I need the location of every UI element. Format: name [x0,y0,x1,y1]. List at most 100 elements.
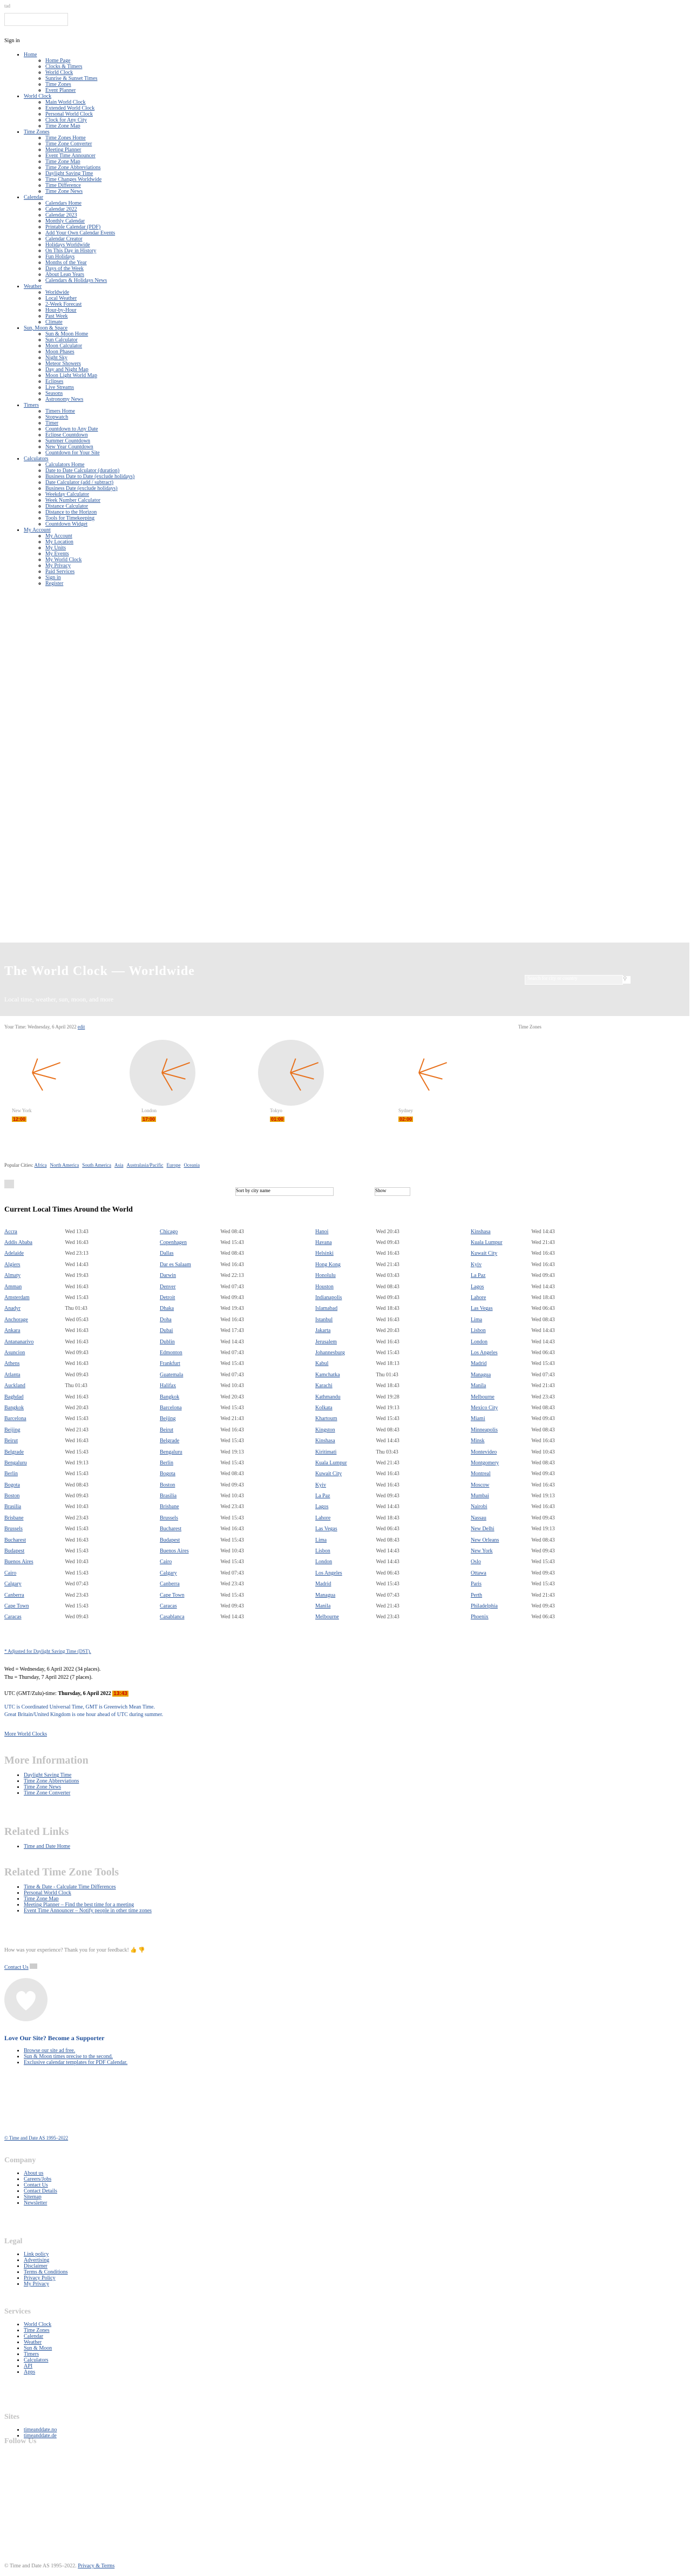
city-link[interactable]: Lima [315,1535,376,1545]
city-link[interactable]: Dubai [160,1326,220,1336]
city-link[interactable]: London [315,1557,376,1568]
footer-link[interactable]: Apps [24,2369,35,2375]
city-link[interactable]: Cairo [160,1557,220,1568]
more-info-item-link[interactable]: Time Zone Converter [24,1790,70,1796]
city-link[interactable]: Bangkok [4,1402,65,1413]
nav-item-link[interactable]: Calendars Home [45,200,82,206]
contact-us-link[interactable]: Contact Us [4,1965,29,1970]
city-link[interactable]: Jerusalem [315,1336,376,1347]
nav-item-link[interactable]: Stopwatch [45,414,68,420]
city-link[interactable]: Bangkok [160,1391,220,1402]
nav-section-link[interactable]: Home [24,52,37,58]
footer-link[interactable]: timeanddate.no [24,2427,57,2433]
city-link[interactable]: Atlanta [4,1369,65,1380]
nav-item-link[interactable]: Sun Calculator [45,337,78,343]
nav-item-link[interactable]: Hour-by-Hour [45,307,77,313]
city-link[interactable]: Bogota [160,1469,220,1479]
city-link[interactable]: Ottawa [471,1568,531,1578]
city-link[interactable]: Amman [4,1281,65,1292]
nav-item-link[interactable]: Astronomy News [45,396,83,402]
city-link[interactable]: Accra [4,1226,65,1237]
city-link[interactable]: Perth [471,1590,531,1600]
city-link[interactable]: Chicago [160,1226,220,1237]
city-link[interactable]: Canberra [4,1590,65,1600]
more-info-item-link[interactable]: Time Zone News [24,1784,61,1790]
city-link[interactable]: Brasilia [4,1502,65,1512]
nav-section-link[interactable]: Time Zones [24,129,50,135]
city-link[interactable]: Bengaluru [4,1457,65,1468]
city-link[interactable]: Berlin [4,1469,65,1479]
nav-item-link[interactable]: On This Day in History [45,248,96,254]
search-button[interactable]: ⚲ [623,976,631,984]
city-link[interactable]: Kathmandu [315,1391,376,1402]
city-link[interactable]: Antananarivo [4,1336,65,1347]
footer-link[interactable]: Link policy [24,2251,49,2257]
city-link[interactable]: Madrid [471,1358,531,1369]
city-link[interactable]: Bucharest [4,1535,65,1545]
edit-location-link[interactable]: edit [78,1024,85,1030]
nav-item-link[interactable]: Date to Date Calculator (duration) [45,468,119,474]
tool-item-link[interactable]: Personal World Clock [24,1890,71,1896]
city-link[interactable]: Kyiv [471,1259,531,1270]
nav-item-link[interactable]: Extended World Clock [45,105,94,111]
city-link[interactable]: Kuala Lumpur [315,1457,376,1468]
city-link[interactable]: Manila [471,1380,531,1391]
nav-item-link[interactable]: Timer [45,420,58,426]
city-link[interactable]: Bogota [4,1479,65,1490]
view-select[interactable]: Show [375,1187,410,1196]
nav-item-link[interactable]: Personal World Clock [45,111,93,117]
city-link[interactable]: New Orleans [471,1535,531,1545]
footer-link[interactable]: Newsletter [24,2200,47,2206]
city-link[interactable]: Almaty [4,1270,65,1281]
footer-link[interactable]: Advertising [24,2257,49,2263]
footer-link[interactable]: Contact Us [24,2182,48,2188]
city-link[interactable]: Islamabad [315,1303,376,1314]
city-link[interactable]: New Delhi [471,1524,531,1535]
nav-item-link[interactable]: Fun Holidays [45,254,74,260]
footer-link[interactable]: Calendar [24,2333,43,2339]
nav-section-link[interactable]: Calendar [24,194,43,200]
city-link[interactable]: Lagos [471,1281,531,1292]
city-link[interactable]: Manila [315,1600,376,1611]
city-link[interactable]: Helsinki [315,1248,376,1259]
tool-item-link[interactable]: Meeting Planner – Find the best time for… [24,1902,134,1908]
city-link[interactable]: Kolkata [315,1402,376,1413]
footer-link[interactable]: About us [24,2170,43,2176]
city-link[interactable]: Casablanca [160,1612,220,1623]
promo-item-link[interactable]: Exclusive calendar templates for PDF Cal… [24,2060,127,2066]
nav-section-link[interactable]: World Clock [24,93,51,99]
city-link[interactable]: Phoenix [471,1612,531,1623]
city-link[interactable]: Los Angeles [315,1568,376,1578]
tool-item-link[interactable]: Event Time Announcer – Notify people in … [24,1908,152,1914]
city-link[interactable]: Budapest [4,1545,65,1556]
footer-link[interactable]: API [24,2363,32,2369]
popular-region-link[interactable]: Oceania [184,1162,199,1168]
nav-item-link[interactable]: Time Zone Map [45,159,80,165]
city-link[interactable]: Istanbul [315,1314,376,1325]
city-link[interactable]: Melbourne [471,1391,531,1402]
city-link[interactable]: Mumbai [471,1490,531,1501]
city-link[interactable]: Lima [471,1314,531,1325]
city-link[interactable]: Dallas [160,1248,220,1259]
nav-section-link[interactable]: Weather [24,284,42,290]
popular-region-link[interactable]: North America [50,1162,79,1168]
nav-item-link[interactable]: Eclipse Countdown [45,432,88,438]
city-link[interactable]: Barcelona [4,1414,65,1424]
city-link[interactable]: Kyiv [315,1479,376,1490]
footer-link[interactable]: Time Zones [24,2328,50,2333]
city-link[interactable]: Ankara [4,1326,65,1336]
city-link[interactable]: Lahore [315,1512,376,1523]
city-link[interactable]: Canberra [160,1579,220,1590]
nav-item-link[interactable]: Timers Home [45,408,75,414]
city-link[interactable]: Melbourne [315,1612,376,1623]
city-link[interactable]: Karachi [315,1380,376,1391]
city-link[interactable]: Brussels [160,1512,220,1523]
nav-item-link[interactable]: Meeting Planner [45,147,81,153]
city-link[interactable]: Las Vegas [315,1524,376,1535]
city-link[interactable]: Boston [4,1490,65,1501]
city-link[interactable]: La Paz [471,1270,531,1281]
city-link[interactable]: Anadyr [4,1303,65,1314]
city-link[interactable]: Nassau [471,1512,531,1523]
signin-link[interactable]: Sign in [4,38,20,44]
nav-section-link[interactable]: Timers [24,402,39,408]
